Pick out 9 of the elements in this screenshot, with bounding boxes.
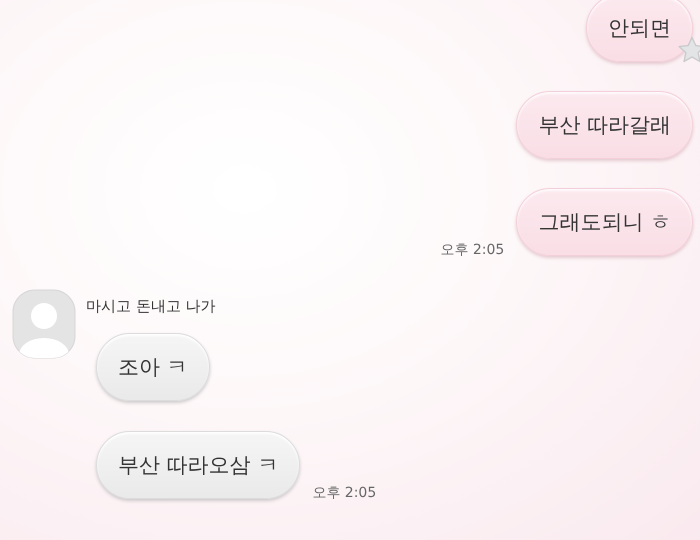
avatar-icon[interactable] (12, 289, 76, 359)
message-bubble: 안되면 (586, 0, 693, 62)
timestamp: 오후 2:05 (440, 241, 504, 259)
message-bubble: 부산 따라갈래 (516, 91, 693, 159)
message-bubble: 그래도되니 ㅎ (516, 188, 693, 256)
message-bubble: 조아 ㅋ (96, 333, 210, 401)
sender-name: 마시고 돈내고 나가 (86, 297, 216, 316)
timestamp: 오후 2:05 (312, 484, 376, 502)
message-bubble: 부산 따라오삼 ㅋ (96, 431, 300, 499)
